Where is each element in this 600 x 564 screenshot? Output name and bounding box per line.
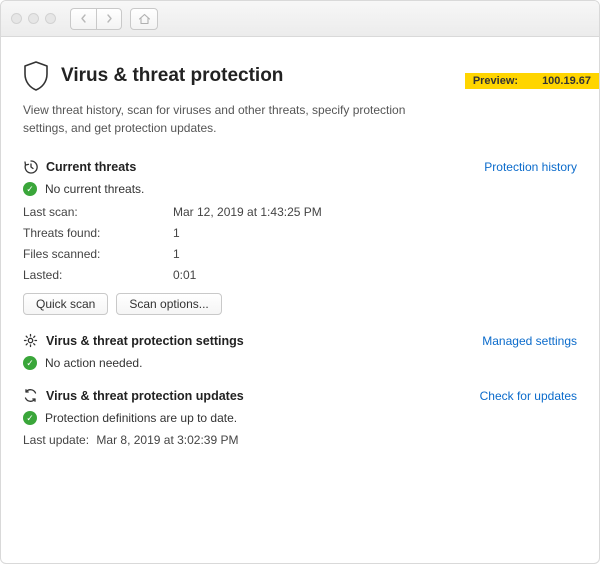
close-dot[interactable] bbox=[11, 13, 22, 24]
nav-buttons bbox=[70, 8, 122, 30]
window: Preview: 100.19.67 Virus & threat protec… bbox=[0, 0, 600, 564]
shield-icon bbox=[23, 61, 49, 91]
chevron-left-icon bbox=[80, 14, 87, 23]
section-protection-updates: Virus & threat protection updates Check … bbox=[23, 388, 577, 447]
threats-found-label: Threats found: bbox=[23, 225, 173, 241]
section-current-threats: Current threats Protection history ✓ No … bbox=[23, 159, 577, 315]
check-ok-icon: ✓ bbox=[23, 356, 37, 370]
section-header: Current threats Protection history bbox=[23, 159, 577, 174]
home-icon bbox=[138, 13, 151, 25]
window-toolbar bbox=[1, 1, 599, 37]
home-button[interactable] bbox=[130, 8, 158, 30]
threats-status-row: ✓ No current threats. bbox=[23, 182, 577, 196]
preview-version: 100.19.67 bbox=[542, 75, 591, 87]
chevron-right-icon bbox=[106, 14, 113, 23]
section-title: Current threats bbox=[46, 160, 136, 174]
files-scanned-label: Files scanned: bbox=[23, 246, 173, 262]
settings-status-text: No action needed. bbox=[45, 356, 142, 370]
last-scan-label: Last scan: bbox=[23, 204, 173, 220]
zoom-dot[interactable] bbox=[45, 13, 56, 24]
gear-icon bbox=[23, 333, 38, 348]
protection-history-link[interactable]: Protection history bbox=[484, 160, 577, 174]
threats-found-value: 1 bbox=[173, 225, 577, 241]
scan-details: Last scan: Mar 12, 2019 at 1:43:25 PM Th… bbox=[23, 204, 577, 283]
last-update-value: Mar 8, 2019 at 3:02:39 PM bbox=[96, 433, 238, 447]
quick-scan-button[interactable]: Quick scan bbox=[23, 293, 108, 315]
threats-status-text: No current threats. bbox=[45, 182, 144, 196]
files-scanned-value: 1 bbox=[173, 246, 577, 262]
managed-settings-link[interactable]: Managed settings bbox=[482, 334, 577, 348]
scan-options-button[interactable]: Scan options... bbox=[116, 293, 221, 315]
check-updates-link[interactable]: Check for updates bbox=[480, 389, 577, 403]
page-description: View threat history, scan for viruses an… bbox=[23, 101, 453, 137]
content-area: Preview: 100.19.67 Virus & threat protec… bbox=[1, 37, 599, 563]
section-header: Virus & threat protection settings Manag… bbox=[23, 333, 577, 348]
traffic-lights bbox=[11, 13, 56, 24]
minimize-dot[interactable] bbox=[28, 13, 39, 24]
lasted-value: 0:01 bbox=[173, 267, 577, 283]
last-update-label: Last update: bbox=[23, 433, 89, 447]
refresh-icon bbox=[23, 388, 38, 403]
history-icon bbox=[23, 159, 38, 174]
check-ok-icon: ✓ bbox=[23, 411, 37, 425]
updates-status-text: Protection definitions are up to date. bbox=[45, 411, 237, 425]
lasted-label: Lasted: bbox=[23, 267, 173, 283]
scan-buttons: Quick scan Scan options... bbox=[23, 293, 577, 315]
last-scan-value: Mar 12, 2019 at 1:43:25 PM bbox=[173, 204, 577, 220]
section-title: Virus & threat protection updates bbox=[46, 389, 244, 403]
preview-banner: Preview: 100.19.67 bbox=[465, 73, 599, 89]
forward-button[interactable] bbox=[96, 8, 122, 30]
settings-status-row: ✓ No action needed. bbox=[23, 356, 577, 370]
page-title: Virus & threat protection bbox=[61, 65, 283, 87]
preview-label: Preview: bbox=[473, 75, 518, 87]
last-update-row: Last update: Mar 8, 2019 at 3:02:39 PM bbox=[23, 433, 577, 447]
section-protection-settings: Virus & threat protection settings Manag… bbox=[23, 333, 577, 370]
section-header: Virus & threat protection updates Check … bbox=[23, 388, 577, 403]
check-ok-icon: ✓ bbox=[23, 182, 37, 196]
updates-status-row: ✓ Protection definitions are up to date. bbox=[23, 411, 577, 425]
section-title: Virus & threat protection settings bbox=[46, 334, 244, 348]
back-button[interactable] bbox=[70, 8, 96, 30]
